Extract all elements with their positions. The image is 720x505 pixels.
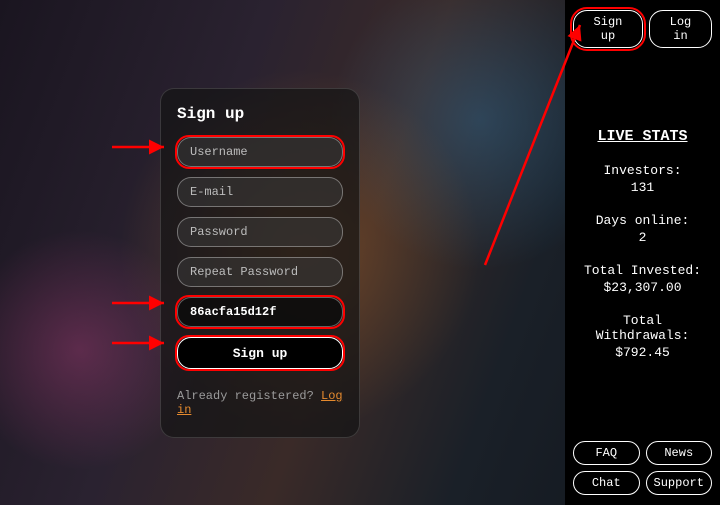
stat-label: Total Withdrawals: bbox=[573, 313, 712, 343]
already-text: Already registered? bbox=[177, 389, 321, 403]
faq-button[interactable]: FAQ bbox=[573, 441, 640, 465]
stat-days-online: Days online: 2 bbox=[573, 213, 712, 245]
code-row bbox=[177, 297, 343, 327]
stat-label: Investors: bbox=[573, 163, 712, 178]
signup-card: Sign up Sign up Already registered? Log … bbox=[160, 88, 360, 438]
sidebar: Sign up Log in LIVE STATS Investors: 131… bbox=[565, 0, 720, 505]
support-button[interactable]: Support bbox=[646, 471, 713, 495]
submit-row: Sign up bbox=[177, 337, 343, 369]
username-input[interactable] bbox=[177, 137, 343, 167]
chat-button[interactable]: Chat bbox=[573, 471, 640, 495]
stat-value: 2 bbox=[573, 230, 712, 245]
password-row bbox=[177, 217, 343, 247]
stat-investors: Investors: 131 bbox=[573, 163, 712, 195]
stat-value: $792.45 bbox=[573, 345, 712, 360]
stat-total-withdrawals: Total Withdrawals: $792.45 bbox=[573, 313, 712, 360]
password-input[interactable] bbox=[177, 217, 343, 247]
repeat-password-row bbox=[177, 257, 343, 287]
stat-label: Days online: bbox=[573, 213, 712, 228]
username-row bbox=[177, 137, 343, 167]
news-button[interactable]: News bbox=[646, 441, 713, 465]
email-input[interactable] bbox=[177, 177, 343, 207]
repeat-password-input[interactable] bbox=[177, 257, 343, 287]
login-nav-button[interactable]: Log in bbox=[649, 10, 712, 48]
card-title: Sign up bbox=[177, 105, 343, 123]
email-row bbox=[177, 177, 343, 207]
code-input[interactable] bbox=[177, 297, 343, 327]
stat-total-invested: Total Invested: $23,307.00 bbox=[573, 263, 712, 295]
already-registered: Already registered? Log in bbox=[177, 389, 343, 417]
auth-buttons: Sign up Log in bbox=[573, 10, 712, 48]
footer-buttons: FAQ News Chat Support bbox=[573, 441, 712, 495]
live-stats-title: LIVE STATS bbox=[573, 128, 712, 145]
signup-submit-button[interactable]: Sign up bbox=[177, 337, 343, 369]
stat-label: Total Invested: bbox=[573, 263, 712, 278]
signup-nav-button[interactable]: Sign up bbox=[573, 10, 643, 48]
stat-value: $23,307.00 bbox=[573, 280, 712, 295]
stat-value: 131 bbox=[573, 180, 712, 195]
